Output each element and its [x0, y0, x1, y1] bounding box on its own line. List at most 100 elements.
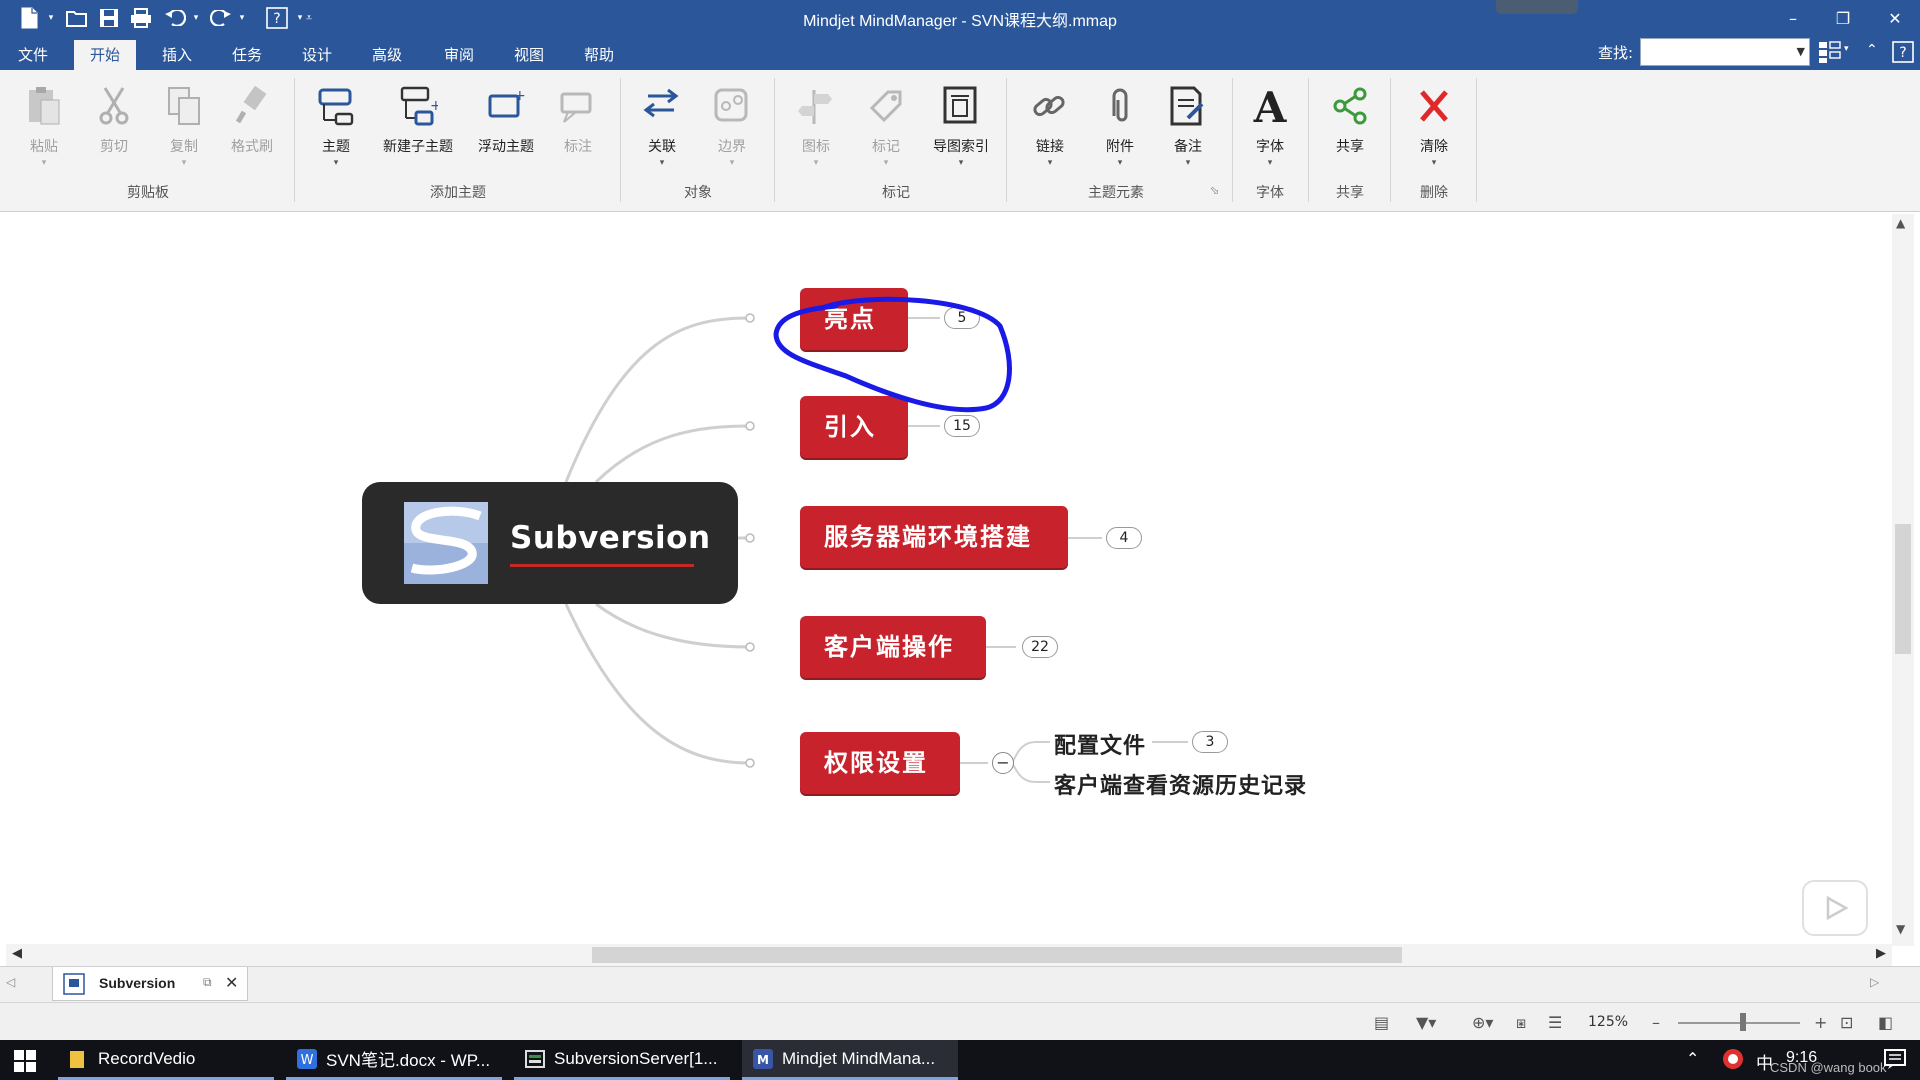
- tab-design[interactable]: 设计: [286, 40, 348, 70]
- topic-permissions[interactable]: 权限设置: [800, 732, 960, 794]
- tab-home[interactable]: 开始: [74, 40, 137, 70]
- count-badge[interactable]: 3: [1192, 731, 1228, 753]
- format-painter-button[interactable]: 格式刷: [216, 82, 288, 182]
- tab-scroll-left-icon[interactable]: ◁: [6, 975, 15, 989]
- ribbon-separator: [1390, 78, 1391, 202]
- vertical-scrollbar[interactable]: ▲ ▼: [1892, 214, 1914, 946]
- help-question-icon[interactable]: ?: [1892, 40, 1914, 68]
- notes-button[interactable]: 备注 ▾: [1152, 82, 1224, 182]
- topic-client-operations[interactable]: 客户端操作: [800, 616, 986, 678]
- filter-icon[interactable]: ▼▾: [1416, 1013, 1436, 1032]
- taskbar-item-word[interactable]: W SVN笔记.docx - WP...: [286, 1040, 502, 1080]
- tab-file[interactable]: 文件: [2, 40, 64, 70]
- focus-icon[interactable]: ⧆: [1516, 1013, 1526, 1033]
- attachment-button[interactable]: 附件 ▾: [1084, 82, 1156, 182]
- tab-help[interactable]: 帮助: [568, 40, 630, 70]
- new-subtopic-button[interactable]: + 新建子主题: [378, 82, 458, 182]
- horizontal-scrollbar[interactable]: ◀ ▶: [6, 944, 1892, 966]
- icons-button[interactable]: 图标 ▾: [780, 82, 852, 182]
- detach-icon[interactable]: ⧉: [203, 975, 212, 990]
- central-topic[interactable]: Subversion: [362, 482, 738, 604]
- boundary-button[interactable]: 边界 ▾: [696, 82, 768, 182]
- tags-button[interactable]: 标记 ▾: [850, 82, 922, 182]
- ribbon-separator: [1476, 78, 1477, 202]
- document-tab[interactable]: Subversion ⧉ ✕: [52, 967, 248, 1001]
- clear-button[interactable]: 清除 ▾: [1398, 82, 1470, 182]
- subtopic-client-history[interactable]: 客户端查看资源历史记录: [1054, 768, 1307, 800]
- wps-writer-icon: W: [297, 1048, 317, 1069]
- windows-start-icon[interactable]: [14, 1050, 36, 1076]
- cut-button[interactable]: 剪切: [78, 82, 150, 182]
- zoom-out-icon[interactable]: –: [1652, 1013, 1660, 1032]
- layout-icon[interactable]: [1818, 40, 1844, 68]
- zoom-slider-thumb[interactable]: [1740, 1013, 1746, 1031]
- tab-task[interactable]: 任务: [216, 40, 278, 70]
- tab-scroll-right-icon[interactable]: ▷: [1870, 975, 1879, 989]
- notification-icon[interactable]: [1884, 1048, 1906, 1074]
- play-overlay-button[interactable]: [1802, 880, 1868, 936]
- count-badge[interactable]: 4: [1106, 527, 1142, 549]
- tray-chevron-icon[interactable]: ⌃: [1686, 1049, 1699, 1068]
- taskbar-item-svnserver[interactable]: SubversionServer[1...: [514, 1040, 730, 1080]
- share-button[interactable]: 共享: [1314, 82, 1386, 182]
- svg-text:?: ?: [1899, 45, 1906, 61]
- tab-review[interactable]: 审阅: [428, 40, 490, 70]
- notes-icon: [1170, 86, 1204, 126]
- count-badge[interactable]: 5: [944, 307, 980, 329]
- taskbar-item-recordvedio[interactable]: RecordVedio: [58, 1040, 274, 1080]
- folder-icon: [70, 1050, 84, 1068]
- find-input-box[interactable]: ▼: [1640, 38, 1810, 66]
- vertical-scroll-thumb[interactable]: [1895, 524, 1911, 654]
- close-tab-icon[interactable]: ✕: [225, 973, 238, 992]
- minimize-button[interactable]: –: [1770, 0, 1816, 36]
- find-input[interactable]: [1641, 39, 1791, 65]
- copy-button[interactable]: 复制 ▾: [148, 82, 220, 182]
- relationship-button[interactable]: 关联 ▾: [626, 82, 698, 182]
- topic-introduction[interactable]: 引入: [800, 396, 908, 458]
- app-tray-icon[interactable]: [1722, 1048, 1744, 1074]
- count-badge[interactable]: 22: [1022, 636, 1058, 658]
- collapse-ribbon-icon[interactable]: ⌃: [1866, 42, 1878, 58]
- topic-highlights[interactable]: 亮点: [800, 288, 908, 350]
- scroll-left-icon[interactable]: ◀: [12, 946, 22, 961]
- map-canvas[interactable]: Subversion 亮点 5 引入 15 服务器端环境搭建 4 客户端操作 2…: [6, 214, 1892, 944]
- panel-toggle-icon[interactable]: ◧: [1878, 1013, 1893, 1032]
- title-bar: ▾ ▾ ▾ ? ▾ ⩡ Mindjet MindManager - SVN课程大…: [0, 0, 1920, 36]
- subtopic-config-file[interactable]: 配置文件: [1054, 728, 1146, 760]
- zoom-slider[interactable]: [1678, 1022, 1800, 1024]
- layout-dropdown-icon[interactable]: ▾: [1844, 44, 1849, 54]
- scroll-down-icon[interactable]: ▼: [1896, 922, 1905, 936]
- find-dropdown-icon[interactable]: ▼: [1797, 45, 1805, 58]
- paste-icon: [29, 87, 60, 125]
- scroll-up-icon[interactable]: ▲: [1896, 216, 1905, 230]
- zoom-in-icon[interactable]: +: [1814, 1013, 1827, 1032]
- floating-topic-button[interactable]: + 浮动主题: [470, 82, 542, 182]
- paste-button[interactable]: 粘贴 ▾: [8, 82, 80, 182]
- restore-button[interactable]: ❐: [1820, 0, 1866, 36]
- link-button[interactable]: 链接 ▾: [1014, 82, 1086, 182]
- expand-icon[interactable]: ⊕▾: [1472, 1013, 1493, 1032]
- taskbar-item-mindmanager[interactable]: M Mindjet MindMana...: [742, 1040, 958, 1080]
- copy-icon: [168, 87, 200, 125]
- scroll-right-icon[interactable]: ▶: [1876, 946, 1886, 961]
- tab-advanced[interactable]: 高级: [356, 40, 418, 70]
- notes-view-icon[interactable]: ☰: [1548, 1013, 1562, 1032]
- topic-button[interactable]: 主题 ▾: [300, 82, 372, 182]
- tab-view[interactable]: 视图: [498, 40, 560, 70]
- ribbon-separator: [1006, 78, 1007, 202]
- fit-map-icon[interactable]: ⊡: [1840, 1013, 1853, 1032]
- callout-button[interactable]: 标注: [542, 82, 614, 182]
- horizontal-scroll-thumb[interactable]: [592, 947, 1402, 963]
- tab-insert[interactable]: 插入: [146, 40, 208, 70]
- dialog-launcher-icon[interactable]: ⬂: [1210, 184, 1219, 197]
- close-button[interactable]: ✕: [1872, 0, 1918, 36]
- outline-view-icon[interactable]: ▤: [1374, 1013, 1389, 1032]
- collapse-toggle[interactable]: −: [992, 752, 1014, 774]
- topic-server-setup[interactable]: 服务器端环境搭建: [800, 506, 1068, 568]
- central-topic-text: Subversion: [510, 520, 711, 556]
- font-button[interactable]: A 字体 ▾: [1234, 82, 1306, 182]
- map-index-button[interactable]: 导图索引 ▾: [924, 82, 998, 182]
- group-label-objects: 对象: [684, 185, 712, 201]
- subversion-logo-icon: [404, 502, 488, 584]
- count-badge[interactable]: 15: [944, 415, 980, 437]
